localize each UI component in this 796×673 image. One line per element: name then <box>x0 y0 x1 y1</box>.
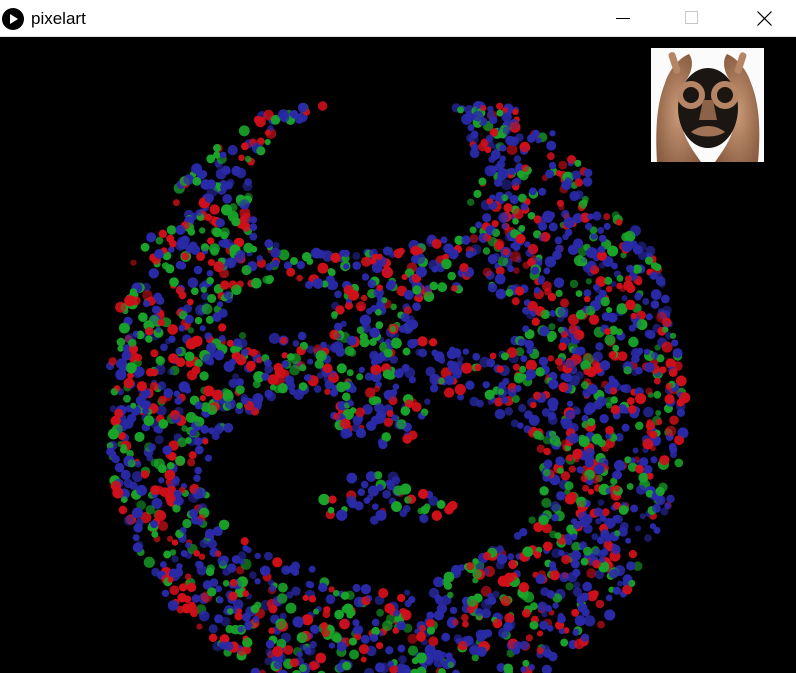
close-icon <box>757 11 772 26</box>
close-button[interactable] <box>741 0 787 37</box>
source-image-thumbnail <box>651 48 764 162</box>
app-window: pixelart <box>0 0 796 673</box>
window-title: pixelart <box>31 9 86 28</box>
minimize-button[interactable] <box>599 0 645 37</box>
processing-play-icon <box>2 8 24 30</box>
title-bar[interactable]: pixelart <box>0 0 796 37</box>
face-photo-icon <box>651 48 764 162</box>
maximize-button[interactable] <box>669 0 715 37</box>
